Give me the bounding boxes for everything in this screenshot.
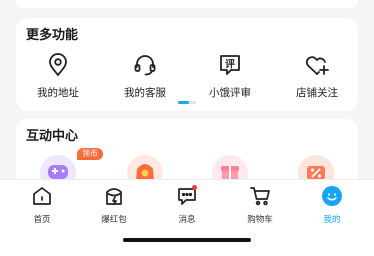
home-indicator[interactable]: [123, 238, 251, 242]
feature-label: 店铺关注: [296, 87, 338, 99]
coin-badge: 领币: [77, 148, 103, 160]
more-features-title: 更多功能: [26, 28, 79, 43]
previous-card-edge: [16, 0, 358, 8]
tab-label: 首页: [33, 215, 51, 225]
tab-cart[interactable]: 购物车: [235, 185, 285, 225]
feature-my-service[interactable]: 我的客服: [112, 53, 178, 100]
feature-label: 我的客服: [124, 87, 166, 99]
tab-label: 爆红包: [101, 215, 127, 225]
location-pin-icon: [25, 53, 91, 77]
tab-label: 购物车: [247, 215, 273, 225]
tab-red-packet[interactable]: 爆红包: [89, 185, 139, 225]
feature-label: 小饿评审: [209, 87, 251, 99]
cart-icon: [235, 185, 285, 207]
tab-label: 我的: [323, 215, 341, 225]
review-chat-icon: 评: [197, 53, 263, 77]
message-icon: [162, 185, 212, 207]
svg-text:评: 评: [225, 58, 235, 71]
tab-message[interactable]: 消息: [162, 185, 212, 225]
feature-my-address[interactable]: 我的地址: [25, 53, 91, 100]
more-features-card: 更多功能 我的地址 我的客服 评 小饿评审 店铺关注: [16, 18, 358, 111]
feature-xiaoe-review[interactable]: 评 小饿评审: [197, 53, 263, 100]
feature-store-follow[interactable]: 店铺关注: [284, 53, 350, 100]
tab-label: 消息: [178, 215, 196, 225]
interaction-center-title: 互动中心: [26, 129, 79, 144]
profile-icon: [307, 185, 357, 207]
feature-label: 我的地址: [37, 87, 79, 99]
feature-pager: [178, 101, 196, 104]
unread-dot: [192, 185, 197, 190]
red-packet-icon: [89, 185, 139, 207]
tab-profile[interactable]: 我的: [307, 185, 357, 225]
bottom-tab-bar: 首页 爆红包 消息 购物车 我的: [0, 179, 374, 256]
tab-home[interactable]: 首页: [17, 185, 67, 225]
headset-icon: [112, 53, 178, 77]
heart-plus-icon: [284, 53, 350, 77]
home-icon: [17, 185, 67, 207]
pager-active-indicator: [178, 101, 189, 104]
